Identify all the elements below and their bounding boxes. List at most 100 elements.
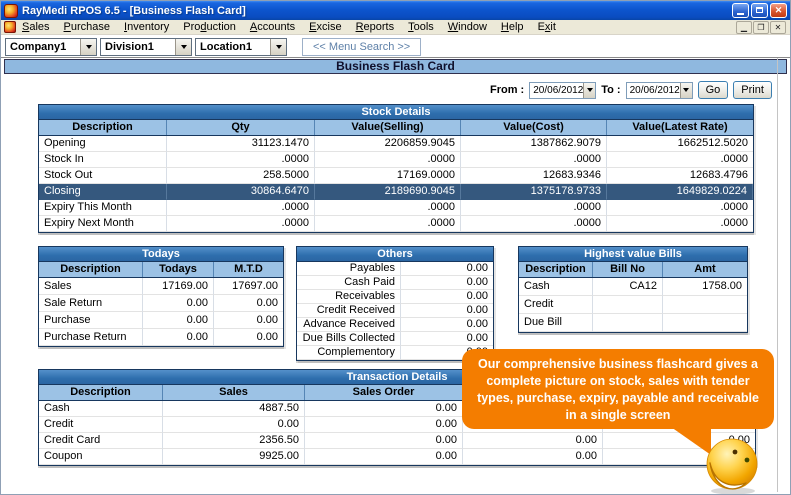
go-button[interactable]: Go bbox=[698, 81, 729, 99]
menu-item-tools[interactable]: Tools bbox=[408, 21, 434, 33]
column-header: Sales Order bbox=[305, 385, 463, 400]
cell-value: 2189690.9045 bbox=[315, 184, 461, 200]
table-row[interactable]: Advance Received0.00 bbox=[297, 318, 493, 332]
cell-value: .0000 bbox=[315, 152, 461, 168]
restore-button[interactable] bbox=[751, 3, 768, 18]
menu-item-window[interactable]: Window bbox=[448, 21, 487, 33]
table-header-row: DescriptionBill NoAmt bbox=[519, 262, 747, 278]
column-header: Description bbox=[39, 385, 163, 400]
row-label: Due Bill bbox=[519, 314, 593, 332]
table-row[interactable]: Sales17169.0017697.00 bbox=[39, 278, 283, 295]
window-title: RayMedi RPOS 6.5 - [Business Flash Card] bbox=[22, 5, 246, 17]
row-label: Credit Received bbox=[297, 304, 401, 318]
table-row[interactable]: Payables0.00 bbox=[297, 262, 493, 276]
row-label: Stock In bbox=[39, 152, 167, 168]
column-header: Description bbox=[519, 262, 593, 277]
row-label: Receivables bbox=[297, 290, 401, 304]
chevron-down-icon[interactable] bbox=[583, 83, 595, 98]
table-row[interactable]: Closing30864.64702189690.90451375178.973… bbox=[39, 184, 753, 200]
cell-value: 0.00 bbox=[163, 417, 305, 433]
row-label: Cash bbox=[39, 401, 163, 417]
row-label: Cash bbox=[519, 278, 593, 296]
client-area-edge bbox=[777, 58, 778, 492]
mdi-minimize-icon[interactable]: ▁ bbox=[736, 21, 752, 34]
cell-value: 12683.4796 bbox=[607, 168, 753, 184]
table-row[interactable]: Due Bill bbox=[519, 314, 747, 332]
division-select[interactable]: Division1 bbox=[100, 38, 192, 56]
row-label: Closing bbox=[39, 184, 167, 200]
table-row[interactable]: Stock In.0000.0000.0000.0000 bbox=[39, 152, 753, 168]
mdi-close-icon[interactable]: ✕ bbox=[770, 21, 786, 34]
menu-item-excise[interactable]: Excise bbox=[309, 21, 341, 33]
row-label: Credit bbox=[519, 296, 593, 314]
table-row[interactable]: Credit Card2356.500.000.000.00 bbox=[39, 433, 755, 449]
cell-value: .0000 bbox=[607, 200, 753, 216]
table-row[interactable]: Credit Received0.00 bbox=[297, 304, 493, 318]
callout-bubble: Our comprehensive business flashcard giv… bbox=[462, 349, 774, 429]
table-title: Todays bbox=[39, 247, 283, 262]
column-header: Description bbox=[39, 262, 143, 277]
to-label: To : bbox=[601, 84, 620, 96]
table-row[interactable]: Expiry Next Month.0000.0000.0000.0000 bbox=[39, 216, 753, 232]
menu-item-accounts[interactable]: Accounts bbox=[250, 21, 295, 33]
cell-value: 0.00 bbox=[401, 262, 493, 276]
table-row[interactable]: Receivables0.00 bbox=[297, 290, 493, 304]
cell-value bbox=[593, 296, 663, 314]
cell-value: 0.00 bbox=[214, 329, 283, 346]
menu-item-production[interactable]: Production bbox=[183, 21, 236, 33]
cell-value: 0.00 bbox=[401, 332, 493, 346]
title-bar: RayMedi RPOS 6.5 - [Business Flash Card]… bbox=[1, 1, 790, 20]
menu-item-sales[interactable]: Sales bbox=[22, 21, 50, 33]
location-select[interactable]: Location1 bbox=[195, 38, 287, 56]
menu-item-exit[interactable]: Exit bbox=[538, 21, 556, 33]
cell-value: 30864.6470 bbox=[167, 184, 315, 200]
chevron-down-icon[interactable] bbox=[80, 39, 96, 55]
row-label: Credit bbox=[39, 417, 163, 433]
menu-item-purchase[interactable]: Purchase bbox=[64, 21, 110, 33]
table-header-row: DescriptionTodaysM.T.D bbox=[39, 262, 283, 278]
column-header: Todays bbox=[143, 262, 214, 277]
to-date-select[interactable]: 20/06/2012 bbox=[626, 82, 693, 99]
highest-value-bills-table: Highest value BillsDescriptionBill NoAmt… bbox=[518, 246, 748, 333]
row-label: Cash Paid bbox=[297, 276, 401, 290]
cell-value: 258.5000 bbox=[167, 168, 315, 184]
menu-search-button[interactable]: << Menu Search >> bbox=[302, 38, 421, 56]
from-label: From : bbox=[490, 84, 524, 96]
chevron-down-icon[interactable] bbox=[680, 83, 692, 98]
table-row[interactable]: Opening31123.14702206859.90451387862.907… bbox=[39, 136, 753, 152]
minimize-button[interactable] bbox=[732, 3, 749, 18]
row-label: Purchase bbox=[39, 312, 143, 329]
cell-value bbox=[663, 296, 747, 314]
row-label: Expiry This Month bbox=[39, 200, 167, 216]
table-row[interactable]: Stock Out258.500017169.000012683.9346126… bbox=[39, 168, 753, 184]
table-row[interactable]: Purchase0.000.00 bbox=[39, 312, 283, 329]
row-label: Due Bills Collected bbox=[297, 332, 401, 346]
menu-item-help[interactable]: Help bbox=[501, 21, 524, 33]
table-row[interactable]: Coupon9925.000.000.000.00 bbox=[39, 449, 755, 465]
menu-item-inventory[interactable]: Inventory bbox=[124, 21, 169, 33]
menu-bar: Sales Purchase Inventory Production Accounts… bbox=[1, 20, 790, 35]
close-button[interactable]: ✕ bbox=[770, 3, 787, 18]
chevron-down-icon[interactable] bbox=[175, 39, 191, 55]
from-date-select[interactable]: 20/06/2012 bbox=[529, 82, 596, 99]
cell-value: 31123.1470 bbox=[167, 136, 315, 152]
table-row[interactable]: Cash Paid0.00 bbox=[297, 276, 493, 290]
mdi-restore-icon[interactable]: ❐ bbox=[753, 21, 769, 34]
cell-value: 0.00 bbox=[305, 417, 463, 433]
menu-item-reports[interactable]: Reports bbox=[356, 21, 395, 33]
chevron-down-icon[interactable] bbox=[270, 39, 286, 55]
table-row[interactable]: Sale Return0.000.00 bbox=[39, 295, 283, 312]
table-row[interactable]: Purchase Return0.000.00 bbox=[39, 329, 283, 346]
table-row[interactable]: CashCA121758.00 bbox=[519, 278, 747, 296]
row-label: Payables bbox=[297, 262, 401, 276]
print-button[interactable]: Print bbox=[733, 81, 772, 99]
table-row[interactable]: Expiry This Month.0000.0000.0000.0000 bbox=[39, 200, 753, 216]
table-row[interactable]: Credit bbox=[519, 296, 747, 314]
table-title: Highest value Bills bbox=[519, 247, 747, 262]
cell-value: .0000 bbox=[607, 152, 753, 168]
company-select[interactable]: Company1 bbox=[5, 38, 97, 56]
cell-value: 2356.50 bbox=[163, 433, 305, 449]
page-title: Business Flash Card bbox=[4, 59, 787, 74]
table-row[interactable]: Due Bills Collected0.00 bbox=[297, 332, 493, 346]
app-window: RayMedi RPOS 6.5 - [Business Flash Card]… bbox=[0, 0, 791, 495]
